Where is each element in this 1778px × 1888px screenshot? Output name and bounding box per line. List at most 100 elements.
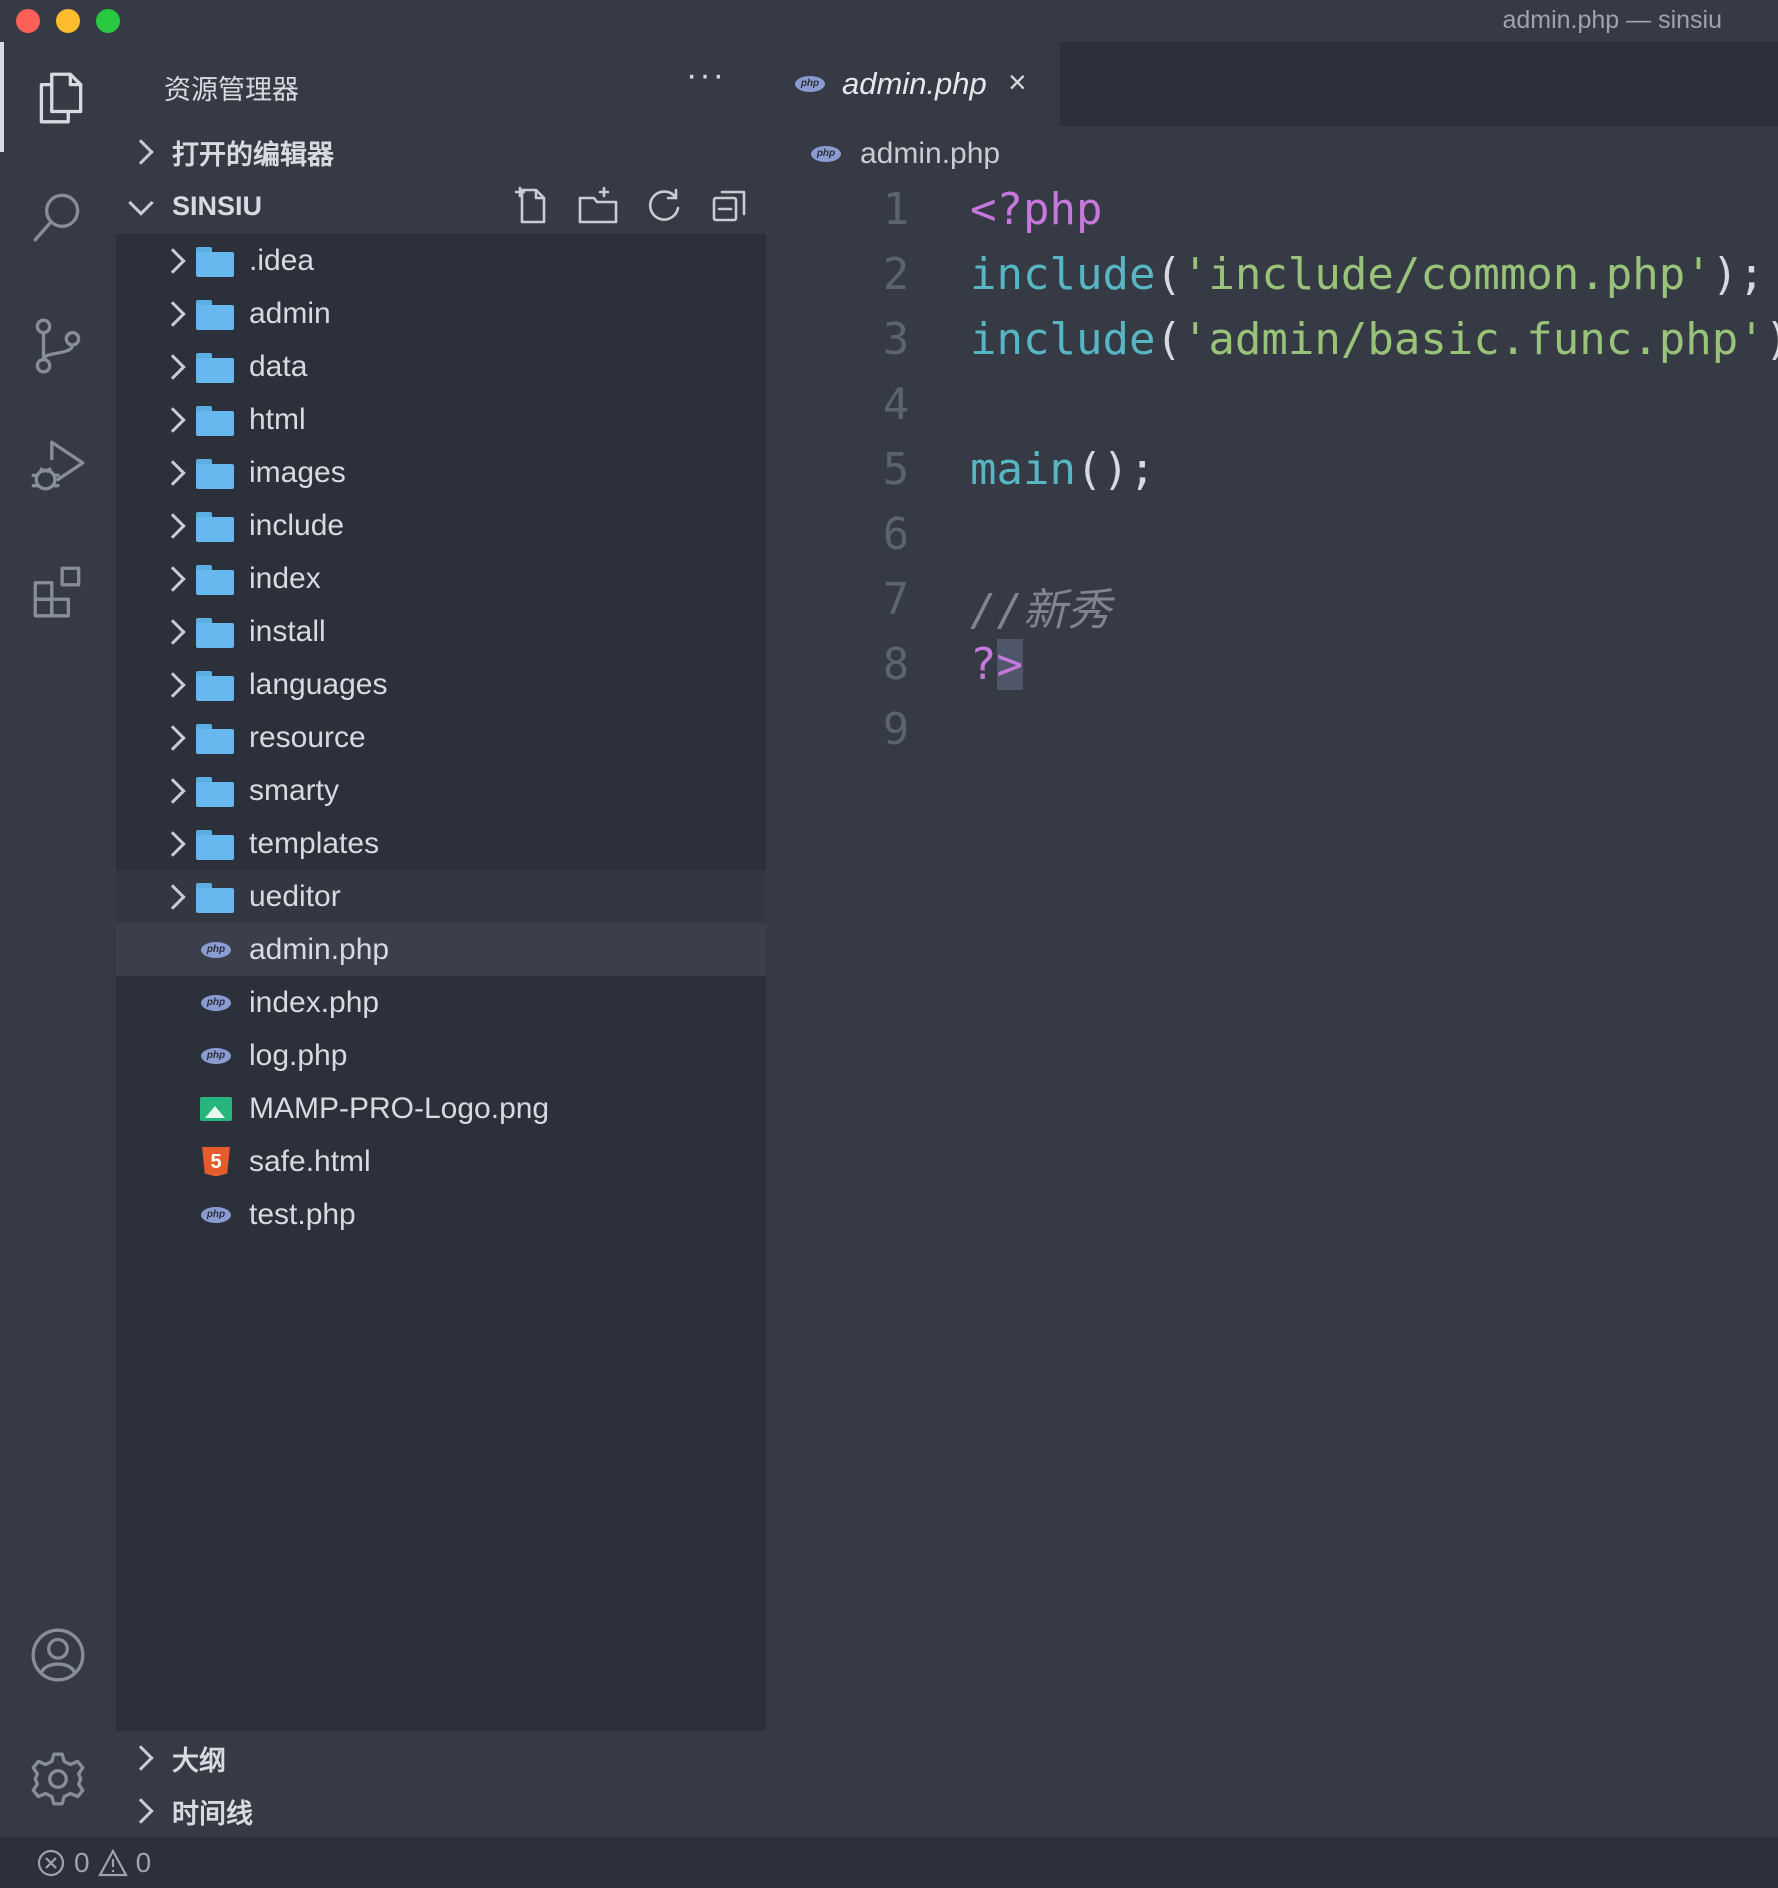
close-icon[interactable]: × [1008, 64, 1027, 101]
tree-item-label: data [249, 349, 308, 383]
activity-source-control[interactable] [0, 290, 116, 400]
tree-folder[interactable]: admin [116, 287, 766, 340]
status-bar: 0 0 [0, 1837, 1778, 1888]
code-text: main(); [970, 444, 1156, 495]
account-icon [31, 1628, 85, 1682]
tree-folder[interactable]: install [116, 605, 766, 658]
activity-manage[interactable] [0, 1724, 116, 1834]
chevron-right-icon [160, 883, 186, 910]
html-file-icon: 5 [196, 1146, 236, 1178]
chevron-right-icon [160, 671, 186, 698]
code-text: ?> [970, 639, 1023, 690]
project-toolbar [510, 180, 752, 232]
chevron-right-icon [160, 459, 186, 486]
tree-item-label: html [249, 402, 306, 436]
tree-item-label: index.php [249, 985, 380, 1019]
title-bar: admin.php — sinsiu [0, 0, 1778, 42]
code-text: include('admin/basic.func.php') [970, 314, 1778, 365]
error-icon [37, 1849, 65, 1876]
project-label: SINSIU [172, 190, 263, 221]
chevron-right-icon [160, 300, 186, 327]
tree-folder[interactable]: index [116, 552, 766, 605]
tree-file[interactable]: php index.php [116, 976, 766, 1029]
chevron-right-icon [160, 830, 186, 857]
folder-icon [196, 351, 236, 383]
activity-search[interactable] [0, 162, 116, 272]
code-line: 4 [766, 373, 1778, 438]
search-icon [33, 193, 80, 242]
folder-icon [196, 722, 236, 754]
tree-item-label: install [249, 614, 326, 648]
project-section[interactable]: SINSIU [116, 180, 766, 232]
activity-explorer[interactable] [0, 42, 116, 152]
problems-indicator[interactable]: 0 0 [36, 1847, 151, 1879]
code-line: 2 include('include/common.php'); [766, 243, 1778, 308]
chevron-right-icon [160, 565, 186, 592]
chevron-right-icon [160, 724, 186, 751]
tree-folder[interactable]: smarty [116, 764, 766, 817]
open-editors-label: 打开的编辑器 [172, 139, 334, 170]
activity-accounts[interactable] [0, 1600, 116, 1710]
tree-folder[interactable]: languages [116, 658, 766, 711]
tree-item-label: MAMP-PRO-Logo.png [249, 1091, 550, 1125]
tree-folder[interactable]: resource [116, 711, 766, 764]
editor-area: php admin.php × php admin.php 1 <?php 2 … [766, 42, 1778, 1837]
folder-icon [196, 828, 236, 860]
file-tree: .idea admin data html images include index inst… [116, 234, 766, 1731]
chevron-right-icon [160, 406, 186, 433]
tree-item-label: index [249, 561, 321, 595]
line-number: 7 [882, 574, 910, 625]
more-actions-button[interactable]: ··· [686, 56, 726, 95]
explorer-header: 资源管理器 ··· [116, 42, 766, 126]
image-file-icon [196, 1093, 236, 1125]
tree-file[interactable]: php log.php [116, 1029, 766, 1082]
explorer-sidebar: 资源管理器 ··· 打开的编辑器 SINSIU .idea admin data… [116, 42, 766, 1837]
tree-item-label: templates [249, 826, 380, 860]
code-text: include('include/common.php'); [970, 249, 1765, 300]
zoom-window-button[interactable] [96, 9, 120, 33]
outline-section[interactable]: 大纲 [116, 1732, 766, 1784]
breadcrumb-file: admin.php [860, 137, 1001, 170]
outline-label: 大纲 [172, 1745, 226, 1776]
folder-icon [196, 510, 236, 542]
warning-icon [97, 1848, 128, 1876]
tree-folder[interactable]: include [116, 499, 766, 552]
tree-file[interactable]: 5 safe.html [116, 1135, 766, 1188]
tree-file[interactable]: php admin.php [116, 923, 766, 976]
tree-item-label: .idea [249, 243, 315, 277]
timeline-label: 时间线 [172, 1798, 253, 1829]
chevron-right-icon [128, 1798, 154, 1824]
code-line: 7 //新秀 [766, 568, 1778, 636]
chevron-down-icon [128, 190, 154, 216]
tree-file[interactable]: MAMP-PRO-Logo.png [116, 1082, 766, 1135]
files-icon [39, 72, 83, 124]
new-file-icon[interactable] [510, 184, 554, 228]
folder-icon [196, 298, 236, 330]
refresh-icon[interactable] [642, 184, 686, 228]
collapse-all-icon[interactable] [708, 184, 752, 228]
tree-folder[interactable]: data [116, 340, 766, 393]
timeline-section[interactable]: 时间线 [116, 1785, 766, 1837]
chevron-right-icon [160, 512, 186, 539]
tree-item-label: test.php [249, 1197, 356, 1231]
tree-folder[interactable]: html [116, 393, 766, 446]
tree-folder[interactable]: templates [116, 817, 766, 870]
activity-extensions[interactable] [0, 536, 116, 646]
tree-folder[interactable]: .idea [116, 234, 766, 287]
editor-tab-admin-php[interactable]: php admin.php × [766, 42, 1060, 126]
tree-item-label: include [249, 508, 345, 542]
tree-folder[interactable]: images [116, 446, 766, 499]
open-editors-section[interactable]: 打开的编辑器 [116, 126, 766, 178]
breadcrumb[interactable]: php admin.php [806, 134, 1000, 174]
tree-file[interactable]: php test.php [116, 1188, 766, 1241]
activity-run-debug[interactable] [0, 410, 116, 520]
line-number: 3 [882, 314, 910, 365]
code-editor[interactable]: 1 <?php 2 include('include/common.php');… [766, 178, 1778, 763]
close-window-button[interactable] [16, 9, 40, 33]
code-line: 8 ?> [766, 633, 1778, 698]
minimize-window-button[interactable] [56, 9, 80, 33]
new-folder-icon[interactable] [576, 184, 620, 228]
tab-label: admin.php [842, 66, 987, 101]
tree-folder[interactable]: ueditor [116, 870, 766, 923]
error-count: 0 [74, 1846, 90, 1878]
